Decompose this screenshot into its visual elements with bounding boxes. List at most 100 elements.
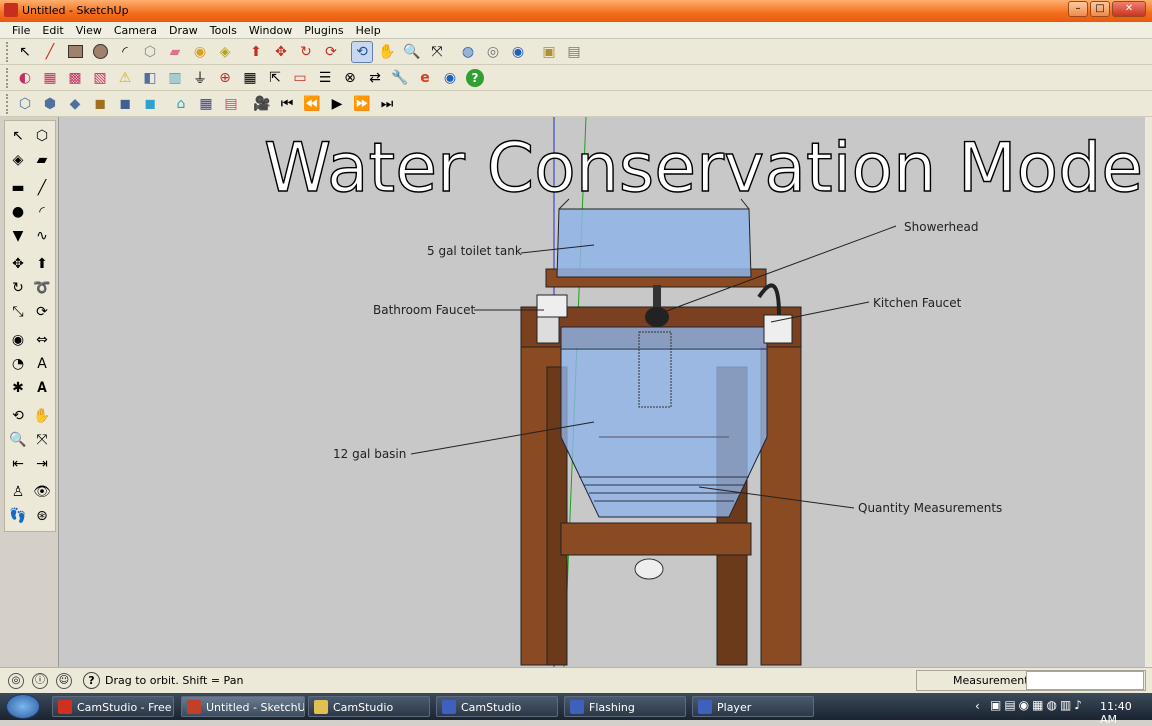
arrows-icon[interactable]: ⇄ <box>364 67 386 89</box>
google-earth-icon[interactable]: ▤ <box>563 41 585 63</box>
next-scene-icon[interactable]: ⏩ <box>351 93 373 115</box>
taskbar-item-sketchup[interactable]: Untitled - SketchUp <box>181 696 305 717</box>
menu-window[interactable]: Window <box>243 22 298 38</box>
pan-icon[interactable]: ✋ <box>31 405 53 427</box>
zoom-icon[interactable]: 🔍 <box>401 41 423 63</box>
geo-location-icon[interactable]: ◎ <box>8 673 24 689</box>
menu-draw[interactable]: Draw <box>163 22 204 38</box>
toolbar-grip[interactable] <box>6 41 10 62</box>
select-icon[interactable]: ↖ <box>14 41 36 63</box>
taskbar-item-flashing[interactable]: Flashing <box>564 696 686 717</box>
taskbar-item-camstudio-folder[interactable]: CamStudio <box>308 696 430 717</box>
cursor-icon[interactable]: ⇱ <box>264 67 286 89</box>
axes-icon[interactable]: ✱ <box>7 377 29 399</box>
freehand-icon[interactable]: ∿ <box>31 225 53 247</box>
ie-icon[interactable]: e <box>414 67 436 89</box>
taskbar-item-camstudio-free[interactable]: CamStudio - Free Sc... <box>52 696 174 717</box>
start-button[interactable] <box>6 694 40 719</box>
text-icon[interactable]: A <box>31 353 53 375</box>
line-icon[interactable]: ╱ <box>39 41 61 63</box>
move-icon[interactable]: ✥ <box>270 41 292 63</box>
paint-bucket-icon[interactable]: ◈ <box>7 149 29 171</box>
component-icon[interactable]: ⬡ <box>31 125 53 147</box>
section-plane-icon[interactable]: ⊛ <box>31 505 53 527</box>
toolbar-grip[interactable] <box>6 67 10 88</box>
select-icon[interactable]: ↖ <box>7 125 29 147</box>
taskbar-item-player[interactable]: Player <box>692 696 814 717</box>
help-icon[interactable]: ? <box>83 672 100 689</box>
tape-measure-icon[interactable]: ◉ <box>189 41 211 63</box>
eraser-icon[interactable]: ▰ <box>164 41 186 63</box>
circle-icon[interactable] <box>89 41 111 63</box>
xray-icon[interactable]: ⬡ <box>14 93 36 115</box>
drawing-canvas[interactable]: Water Conservation Model 5 gal toilet ta… <box>58 117 1145 667</box>
user-icon[interactable]: ☺ <box>56 673 72 689</box>
section-icon[interactable]: ▥ <box>164 67 186 89</box>
maximize-button[interactable]: □ <box>1090 1 1110 17</box>
table-icon[interactable]: ▦ <box>195 93 217 115</box>
plugin-a-icon[interactable]: ◐ <box>14 67 36 89</box>
rectangle-icon[interactable] <box>64 41 86 63</box>
help-icon[interactable]: ? <box>464 67 486 89</box>
zoom-extents-icon[interactable]: ⤧ <box>426 41 448 63</box>
browser-icon[interactable]: ▭ <box>289 67 311 89</box>
last-scene-icon[interactable]: ⏭ <box>376 93 398 115</box>
plugin-c-icon[interactable]: ▩ <box>64 67 86 89</box>
previous-scene-icon[interactable]: ⏪ <box>301 93 323 115</box>
3d-text-icon[interactable]: 𝐀 <box>31 377 53 399</box>
hidden-line-icon[interactable]: ◆ <box>64 93 86 115</box>
next-view-icon[interactable]: ⇥ <box>31 453 53 475</box>
components-icon[interactable]: ▣ <box>538 41 560 63</box>
orbit-icon[interactable]: ⟲ <box>7 405 29 427</box>
rotate-icon[interactable]: ↻ <box>7 277 29 299</box>
menu-edit[interactable]: Edit <box>36 22 69 38</box>
taskbar-item-camstudio[interactable]: CamStudio <box>436 696 558 717</box>
circle-icon[interactable]: ● <box>7 201 29 223</box>
tray-expand-icon[interactable]: ‹ <box>975 699 980 713</box>
line-icon[interactable]: ╱ <box>31 177 53 199</box>
menu-file[interactable]: File <box>6 22 36 38</box>
play-icon[interactable]: ▶ <box>326 93 348 115</box>
look-around-icon[interactable]: 👁 <box>31 481 53 503</box>
warning-icon[interactable]: ⚠ <box>114 67 136 89</box>
arc-icon[interactable]: ◜ <box>31 201 53 223</box>
polygon-icon[interactable]: ▼ <box>7 225 29 247</box>
first-scene-icon[interactable]: ⏮ <box>276 93 298 115</box>
paint-bucket-icon[interactable]: ◈ <box>214 41 236 63</box>
zoom-icon[interactable]: 🔍 <box>7 429 29 451</box>
tray-icons[interactable]: ▣▤◉▦◍▥♪ <box>990 698 1085 712</box>
offset-icon[interactable]: ⟳ <box>31 301 53 323</box>
share-model-icon[interactable]: ◎ <box>482 41 504 63</box>
binoculars-icon[interactable]: ⊗ <box>339 67 361 89</box>
list-icon[interactable]: ☰ <box>314 67 336 89</box>
credits-icon[interactable]: ⓘ <box>32 673 48 689</box>
grid-icon[interactable]: ▦ <box>239 67 261 89</box>
toolbar-grip[interactable] <box>6 93 10 114</box>
push-pull-icon[interactable]: ⬆ <box>245 41 267 63</box>
wrench-icon[interactable]: 🔧 <box>389 67 411 89</box>
globe-icon[interactable]: ◉ <box>439 67 461 89</box>
minimize-button[interactable]: – <box>1068 1 1088 17</box>
monochrome-icon[interactable]: ◼ <box>139 93 161 115</box>
position-camera-icon[interactable]: ♙ <box>7 481 29 503</box>
zoom-window-icon[interactable]: ⤧ <box>31 429 53 451</box>
menu-tools[interactable]: Tools <box>204 22 243 38</box>
cube-icon[interactable]: ◧ <box>139 67 161 89</box>
dimension-icon[interactable]: ⇔ <box>31 329 53 351</box>
menu-camera[interactable]: Camera <box>108 22 163 38</box>
shaded-icon[interactable]: ◼ <box>89 93 111 115</box>
measurements-input[interactable] <box>1026 671 1144 690</box>
menu-help[interactable]: Help <box>350 22 387 38</box>
wireframe-icon[interactable]: ⬢ <box>39 93 61 115</box>
walk-icon[interactable]: 👣 <box>7 505 29 527</box>
arc-icon[interactable]: ◜ <box>114 41 136 63</box>
eraser-icon[interactable]: ▰ <box>31 149 53 171</box>
previous-view-icon[interactable]: ⇤ <box>7 453 29 475</box>
close-button[interactable]: ✕ <box>1112 1 1146 17</box>
orbit-icon[interactable]: ⟲ <box>351 40 373 63</box>
tape-measure-icon[interactable]: ◉ <box>7 329 29 351</box>
shaded-textures-icon[interactable]: ◼ <box>114 93 136 115</box>
camera-movie-icon[interactable]: 🎥 <box>251 93 273 115</box>
plugin-d-icon[interactable]: ▧ <box>89 67 111 89</box>
make-component-icon[interactable]: ⬡ <box>139 41 161 63</box>
